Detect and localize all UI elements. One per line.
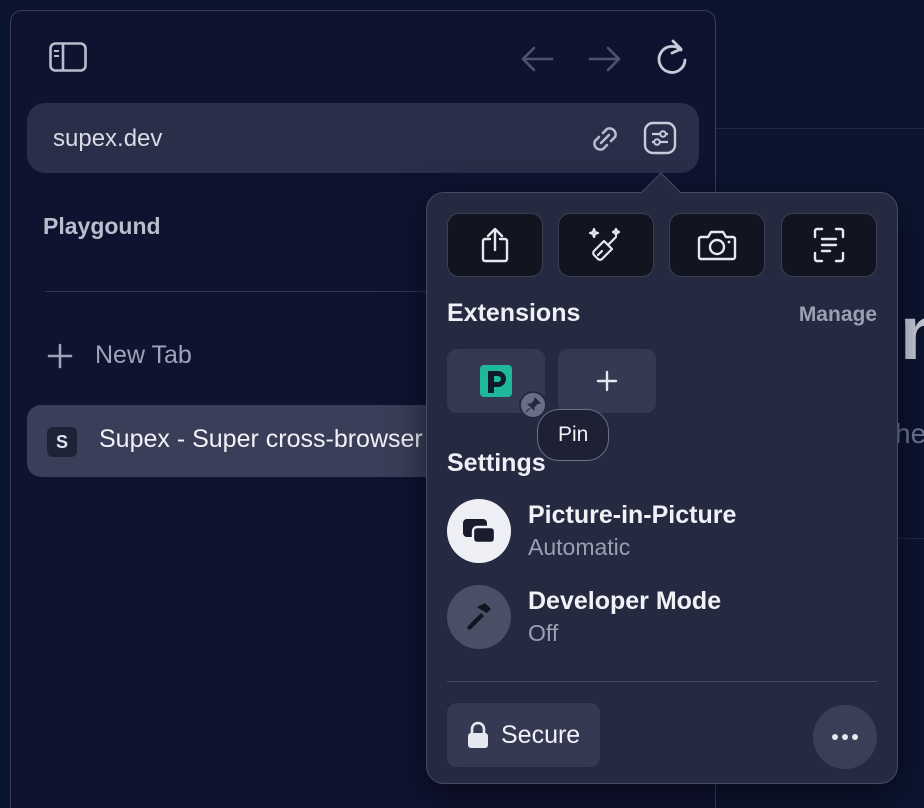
plus-icon <box>596 370 618 392</box>
more-options-button[interactable] <box>813 705 877 769</box>
popover-divider <box>447 681 877 682</box>
screenshot-button[interactable] <box>669 213 765 277</box>
scan-text-button[interactable] <box>781 213 877 277</box>
share-button[interactable] <box>447 213 543 277</box>
sidebar-toggle-icon[interactable] <box>47 39 89 75</box>
forward-arrow-icon[interactable] <box>585 41 625 77</box>
address-text[interactable]: supex.dev <box>53 125 162 153</box>
setting-value: Off <box>528 620 559 646</box>
picture-in-picture-icon <box>447 499 511 563</box>
address-bar[interactable]: supex.dev <box>27 103 699 173</box>
reload-icon[interactable] <box>653 37 691 77</box>
new-tab-button[interactable]: New Tab <box>47 341 192 370</box>
setting-title: Developer Mode <box>528 587 722 615</box>
manage-extensions-link[interactable]: Manage <box>799 303 877 327</box>
camera-icon <box>697 230 737 261</box>
customize-button[interactable] <box>558 213 654 277</box>
extension-logo-icon <box>480 365 512 397</box>
text-scan-icon <box>813 227 845 263</box>
background-text: he <box>895 418 924 449</box>
setting-picture-in-picture[interactable]: Picture-in-Picture Automatic <box>447 499 736 563</box>
background-heading: n <box>900 291 924 376</box>
link-icon[interactable] <box>587 121 623 157</box>
secure-button[interactable]: Secure <box>447 703 601 767</box>
extensions-title: Extensions <box>447 299 581 327</box>
share-icon <box>481 227 509 263</box>
ellipsis-icon <box>832 734 858 740</box>
new-tab-label: New Tab <box>95 341 192 369</box>
setting-value: Automatic <box>528 534 631 560</box>
hammer-icon <box>447 585 511 649</box>
site-popover: Extensions Manage Pin Settings Picture-i… <box>426 172 898 784</box>
add-extension-button[interactable] <box>558 349 656 413</box>
settings-title: Settings <box>447 449 546 477</box>
secure-label: Secure <box>501 720 581 749</box>
pin-tooltip: Pin <box>537 409 610 461</box>
lock-icon <box>468 721 488 748</box>
plus-icon <box>47 343 73 368</box>
setting-title: Picture-in-Picture <box>528 501 737 529</box>
site-settings-icon[interactable] <box>641 119 679 157</box>
favicon: S <box>47 427 77 457</box>
magic-brush-icon <box>588 227 621 261</box>
section-label[interactable]: Playgound <box>43 213 161 240</box>
background-divider <box>700 128 924 129</box>
setting-developer-mode[interactable]: Developer Mode Off <box>447 585 721 649</box>
back-arrow-icon[interactable] <box>517 41 557 77</box>
